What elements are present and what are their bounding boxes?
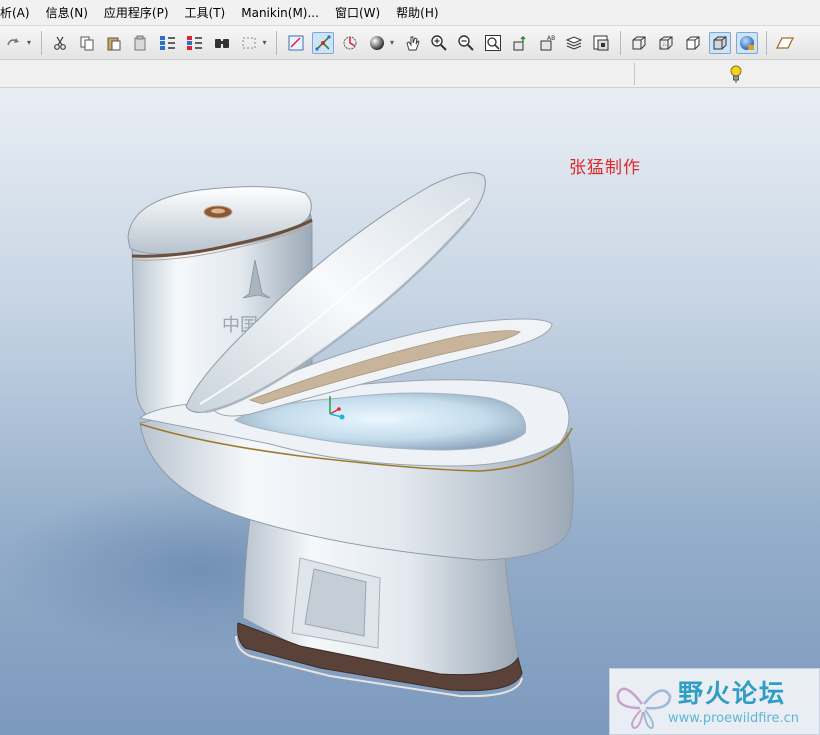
menu-window[interactable]: 窗口(W) xyxy=(327,4,388,21)
watermark-url: www.proewildfire.cn xyxy=(668,711,799,726)
hidden-line-icon[interactable] xyxy=(655,32,677,54)
orient-icon[interactable] xyxy=(339,32,361,54)
zoom-out-icon[interactable] xyxy=(455,32,477,54)
shaded-icon[interactable] xyxy=(736,31,758,54)
appearance-gallery-icon[interactable] xyxy=(590,32,612,54)
shading-icon[interactable] xyxy=(366,32,388,54)
select-dropdown-icon[interactable]: ▾ xyxy=(261,32,269,54)
svg-text:AB: AB xyxy=(547,35,555,42)
pan-icon[interactable] xyxy=(401,32,423,54)
zoom-in-icon[interactable] xyxy=(428,32,450,54)
watermark-title: 野火论坛 xyxy=(678,679,787,708)
menu-help[interactable]: 帮助(H) xyxy=(388,4,446,21)
cut-icon[interactable] xyxy=(49,32,71,54)
menu-info[interactable]: 信息(N) xyxy=(38,4,96,21)
no-hidden-icon[interactable] xyxy=(682,32,704,54)
saved-views-icon[interactable]: AB xyxy=(536,32,558,54)
redo-icon[interactable] xyxy=(3,32,25,54)
copy-icon[interactable] xyxy=(76,32,98,54)
datum-plane-icon[interactable] xyxy=(774,32,796,54)
toolbar-divider xyxy=(40,30,42,55)
wireframe-icon[interactable] xyxy=(628,32,650,54)
toilet-model: 中国 xyxy=(0,172,574,698)
paste-icon[interactable] xyxy=(103,32,125,54)
shading-dropdown-icon[interactable]: ▾ xyxy=(388,32,396,54)
secondary-toolbar xyxy=(0,60,820,88)
lightbulb-icon[interactable] xyxy=(726,63,746,85)
menu-applications[interactable]: 应用程序(P) xyxy=(96,4,177,21)
menu-tools[interactable]: 工具(T) xyxy=(177,4,234,21)
toolbar-divider xyxy=(619,30,621,55)
regenerate-icon[interactable] xyxy=(157,32,179,54)
toolbar-divider xyxy=(634,63,635,85)
menu-analysis[interactable]: 析(A) xyxy=(0,4,38,21)
menu-manikin[interactable]: Manikin(M)... xyxy=(233,6,327,20)
find-icon[interactable] xyxy=(211,32,233,54)
author-label: 张猛制作 xyxy=(569,158,641,178)
redo-dropdown-icon[interactable]: ▾ xyxy=(25,32,33,54)
graphics-viewport[interactable]: 中国 张猛制作 野火论坛 www.proewildfire.cn xyxy=(0,88,820,735)
shaded-edges-icon[interactable] xyxy=(709,31,731,54)
refit-icon[interactable] xyxy=(482,32,504,54)
menu-bar: 析(A) 信息(N) 应用程序(P) 工具(T) Manikin(M)... 窗… xyxy=(0,0,820,26)
regenerate-manager-icon[interactable] xyxy=(184,32,206,54)
paste-special-icon[interactable] xyxy=(130,32,152,54)
repaint-icon[interactable] xyxy=(285,32,307,54)
toolbar-divider xyxy=(765,30,767,55)
butterfly-logo-icon xyxy=(616,687,672,730)
watermark-logo: 野火论坛 www.proewildfire.cn xyxy=(609,668,820,735)
select-box-icon[interactable] xyxy=(238,32,260,54)
layers-icon[interactable] xyxy=(563,32,585,54)
spin-center-icon[interactable] xyxy=(311,31,334,54)
main-toolbar: ▾ ▾ ▾ AB xyxy=(0,26,820,60)
toolbar-divider xyxy=(276,30,277,55)
view-manager-icon[interactable] xyxy=(509,32,531,54)
